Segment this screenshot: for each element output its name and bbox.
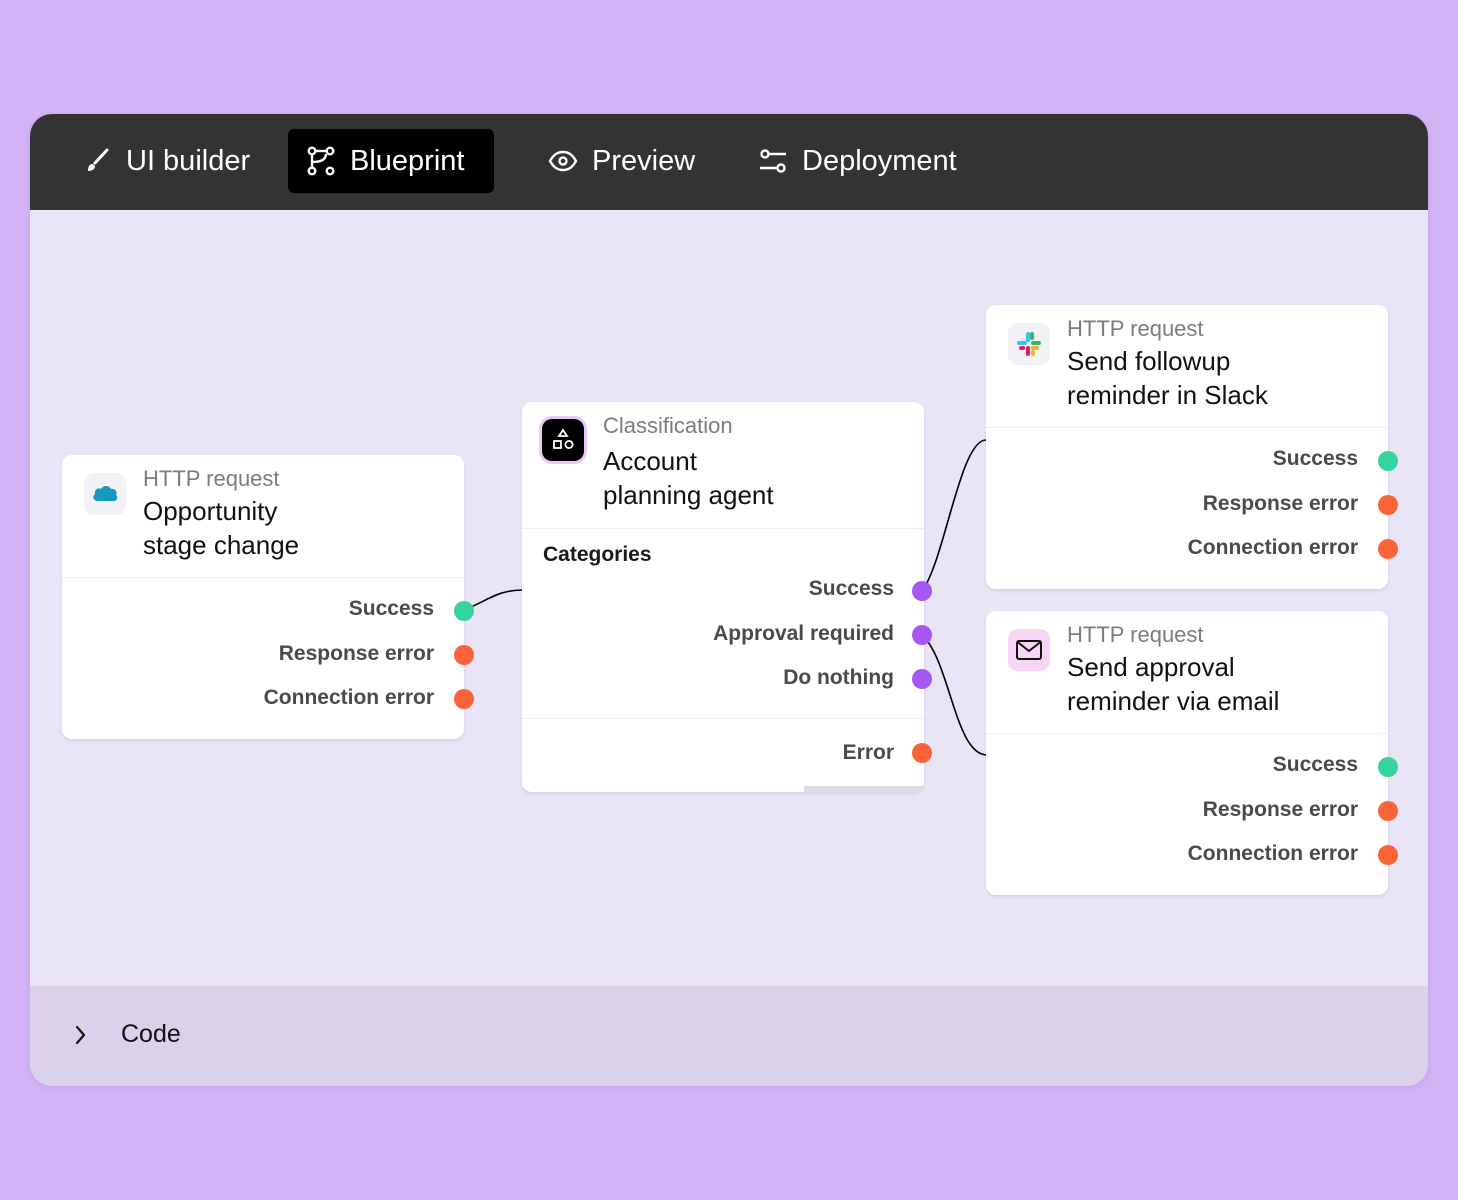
tab-label: Preview [592,144,696,177]
port-label-connection-error: Connection error [1187,842,1358,865]
port-dot-response-error[interactable] [454,645,474,665]
port-label-error: Error [842,741,894,764]
node-title-line1: Send approval [1067,652,1235,682]
port-dot-error[interactable] [912,743,932,763]
port-dot-success[interactable] [1378,757,1398,777]
slack-icon [1008,323,1050,365]
node-type: HTTP request [1067,622,1204,647]
tab-ui-builder[interactable]: UI builder [64,129,268,193]
node-send-followup-slack[interactable]: HTTP request Send followup reminder in S… [986,305,1398,589]
eye-icon [548,146,578,176]
node-send-approval-email[interactable]: HTTP request Send approval reminder via … [986,611,1398,895]
port-dot-connection-error[interactable] [1378,539,1398,559]
node-header: HTTP request Send approval reminder via … [986,611,1388,734]
port-dot-response-error[interactable] [1378,801,1398,821]
port-label-success: Success [808,577,894,600]
tab-label: Deployment [802,144,957,177]
top-toolbar: UI builder Blueprint Preview Deployment [30,114,1428,210]
categories-heading: Categories [543,543,652,566]
port-label-response-error: Response error [278,642,434,665]
tab-blueprint[interactable]: Blueprint [288,129,495,193]
sliders-icon [758,146,788,176]
port-dot-success[interactable] [912,581,932,601]
salesforce-icon [84,473,126,515]
tab-deployment[interactable]: Deployment [740,129,975,193]
code-panel-toggle[interactable]: Code [30,986,1428,1086]
node-header: Classification Account planning agent [522,402,924,529]
port-label-connection-error: Connection error [263,686,434,709]
node-type: Classification [603,413,733,438]
connector-approval-to-email [921,634,988,756]
node-title-line1: Opportunity [143,496,278,526]
node-type: HTTP request [1067,316,1204,341]
port-label-response-error: Response error [1202,492,1358,515]
port-dot-connection-error[interactable] [454,689,474,709]
node-title-line1: Account [603,446,697,476]
app-window: UI builder Blueprint Preview Deployment … [30,114,1428,1086]
port-label-connection-error: Connection error [1187,536,1358,559]
port-dot-connection-error[interactable] [1378,845,1398,865]
node-title-line2: planning agent [603,480,774,510]
port-label-success: Success [1272,447,1358,470]
node-header: HTTP request Send followup reminder in S… [986,305,1388,428]
connector-success-to-slack [921,439,987,592]
node-type: HTTP request [143,466,280,491]
tab-label: UI builder [126,144,251,177]
port-label-do-nothing: Do nothing [783,666,894,689]
port-label-response-error: Response error [1202,798,1358,821]
node-title-line2: reminder via email [1067,686,1280,716]
port-dot-do-nothing[interactable] [912,669,932,689]
port-label-success: Success [348,597,434,620]
tab-label: Blueprint [350,144,465,177]
tab-preview[interactable]: Preview [530,129,713,193]
shapes-icon [542,419,584,461]
divider [522,718,924,719]
port-dot-success[interactable] [454,601,474,621]
scrollbar[interactable] [804,786,924,792]
mail-icon [1008,629,1050,671]
port-label-approval-required: Approval required [713,622,894,645]
node-title-line1: Send followup [1067,346,1231,376]
node-title-line2: reminder in Slack [1067,380,1268,410]
port-label-success: Success [1272,753,1358,776]
port-dot-success[interactable] [1378,451,1398,471]
node-account-planning-agent[interactable]: Classification Account planning agent Ca… [522,402,932,792]
node-header: HTTP request Opportunity stage change [62,455,464,578]
port-dot-approval-required[interactable] [912,625,932,645]
port-dot-response-error[interactable] [1378,495,1398,515]
git-branch-icon [306,146,336,176]
node-title-line2: stage change [143,530,300,560]
node-opportunity-stage-change[interactable]: HTTP request Opportunity stage change Su… [62,455,474,739]
blueprint-canvas[interactable]: HTTP request Opportunity stage change Su… [30,210,1428,986]
code-label: Code [121,1020,181,1048]
brush-icon [82,146,112,176]
chevron-right-icon [68,1022,94,1048]
